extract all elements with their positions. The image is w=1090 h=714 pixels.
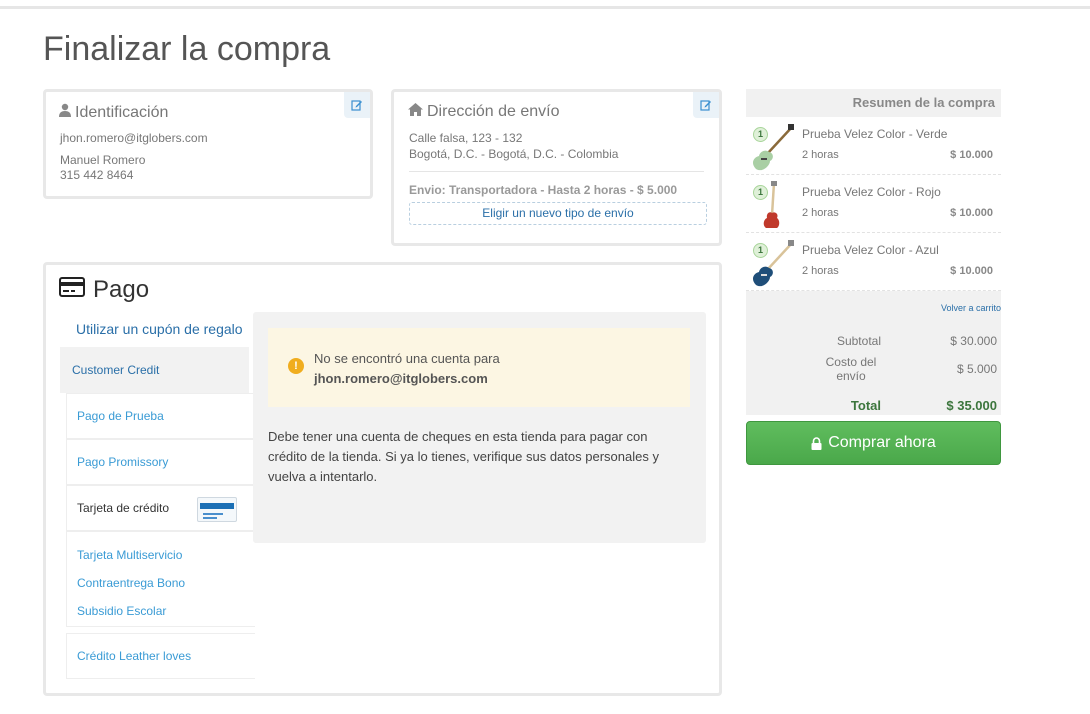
subtotal-value: $ 30.000 xyxy=(950,334,997,348)
shipping-header: Dirección de envío xyxy=(408,103,560,121)
edit-shipping-button[interactable] xyxy=(693,92,719,118)
top-divider xyxy=(0,6,1090,9)
shipping-cost-label: Costo del envío xyxy=(825,355,877,383)
payment-method-label: Pago Promissory xyxy=(77,455,169,469)
back-to-cart-link[interactable]: Volver a carrito xyxy=(941,303,1001,313)
card-icon xyxy=(197,497,237,522)
shipping-address-line1: Calle falsa, 123 - 132 xyxy=(409,131,523,145)
cart-item: 1 Prueba Velez Color - Verde 2 horas $ 1… xyxy=(746,117,1001,175)
payment-method-pago-promissory[interactable]: Pago Promissory xyxy=(66,439,255,485)
change-shipping-button[interactable]: Eligir un nuevo tipo de envío xyxy=(409,202,707,225)
home-icon xyxy=(408,103,423,121)
gift-coupon-link[interactable]: Utilizar un cupón de regalo xyxy=(76,321,243,337)
item-price: $ 10.000 xyxy=(950,265,993,277)
identification-name: Manuel Romero xyxy=(60,153,146,167)
credit-card-icon xyxy=(59,276,85,304)
shipping-cost-value: $ 5.000 xyxy=(956,362,997,376)
payment-method-customer-credit[interactable]: Customer Credit xyxy=(60,347,249,393)
payment-method-pago-prueba[interactable]: Pago de Prueba xyxy=(66,393,255,439)
identification-title: Identificación xyxy=(75,103,169,121)
item-name: Prueba Velez Color - Azul xyxy=(802,243,939,257)
item-price: $ 10.000 xyxy=(950,207,993,219)
user-icon xyxy=(59,103,71,122)
payment-method-contraentrega-bono[interactable]: Contraentrega Bono xyxy=(77,576,255,604)
item-price: $ 10.000 xyxy=(950,149,993,161)
item-delivery-time: 2 horas xyxy=(802,265,839,277)
payment-title: Pago xyxy=(93,276,150,303)
item-quantity: 1 xyxy=(753,127,768,142)
payment-box: Pago Utilizar un cupón de regalo Custome… xyxy=(43,262,722,696)
buy-now-button[interactable]: Comprar ahora xyxy=(746,421,1001,465)
edit-identification-button[interactable] xyxy=(344,92,370,118)
identification-email: jhon.romero@itglobers.com xyxy=(60,131,208,145)
payment-method-label: Customer Credit xyxy=(72,363,160,377)
payment-method-label: Pago de Prueba xyxy=(77,409,164,423)
payment-method-tarjeta-multiservicio[interactable]: Tarjeta Multiservicio xyxy=(77,548,255,576)
order-summary: Resumen de la compra 1 Prueba Velez Colo… xyxy=(746,89,1001,465)
total-value: $ 35.000 xyxy=(946,398,997,413)
cart-item: 1 Prueba Velez Color - Azul 2 horas $ 10… xyxy=(746,233,1001,291)
shipping-title: Dirección de envío xyxy=(427,103,560,120)
shipping-address-line2: Bogotá, D.C. - Bogotá, D.C. - Colombia xyxy=(409,147,619,161)
warning-message: No se encontró una cuenta para xyxy=(314,351,500,366)
payment-method-group: Tarjeta Multiservicio Contraentrega Bono… xyxy=(66,531,255,627)
summary-title: Resumen de la compra xyxy=(746,89,1001,117)
item-delivery-time: 2 horas xyxy=(802,149,839,161)
edit-icon xyxy=(351,100,362,111)
payment-message: Debe tener una cuenta de cheques en esta… xyxy=(268,429,659,484)
warning-icon: ! xyxy=(288,358,304,374)
payment-detail-panel: ! No se encontró una cuenta para jhon.ro… xyxy=(253,312,706,543)
identification-header: Identificación xyxy=(59,103,168,122)
item-name: Prueba Velez Color - Rojo xyxy=(802,185,941,199)
page-title: Finalizar la compra xyxy=(43,30,331,68)
item-quantity: 1 xyxy=(753,243,768,258)
warning-email: jhon.romero@itglobers.com xyxy=(314,371,488,386)
warning-text: No se encontró una cuenta para jhon.rome… xyxy=(314,349,500,389)
subtotal-label: Subtotal xyxy=(836,334,881,348)
lock-icon xyxy=(811,436,822,450)
cart-item: 1 Prueba Velez Color - Rojo 2 horas $ 10… xyxy=(746,175,1001,233)
totals-panel: Volver a carrito Subtotal $ 30.000 Costo… xyxy=(746,291,1001,415)
shipping-method: Envio: Transportadora - Hasta 2 horas - … xyxy=(409,183,678,197)
account-warning: ! No se encontró una cuenta para jhon.ro… xyxy=(268,328,690,407)
identification-phone: 315 442 8464 xyxy=(60,168,134,182)
total-label: Total xyxy=(850,398,881,413)
identification-box: Identificación jhon.romero@itglobers.com… xyxy=(43,89,373,199)
payment-header: Pago xyxy=(59,276,149,304)
shipping-box: Dirección de envío Calle falsa, 123 - 13… xyxy=(391,89,722,246)
payment-method-subsidio-escolar[interactable]: Subsidio Escolar xyxy=(77,604,255,632)
item-delivery-time: 2 horas xyxy=(802,207,839,219)
item-quantity: 1 xyxy=(753,185,768,200)
item-name: Prueba Velez Color - Verde xyxy=(802,127,948,141)
payment-method-label: Crédito Leather loves xyxy=(77,649,192,663)
buy-now-label: Comprar ahora xyxy=(828,434,936,451)
payment-method-credito-leather[interactable]: Crédito Leather loves xyxy=(66,633,255,679)
shipping-divider xyxy=(409,171,704,172)
payment-method-tarjeta-credito[interactable]: Tarjeta de crédito xyxy=(66,485,255,531)
payment-method-label: Tarjeta de crédito xyxy=(77,501,170,515)
edit-icon xyxy=(700,100,711,111)
